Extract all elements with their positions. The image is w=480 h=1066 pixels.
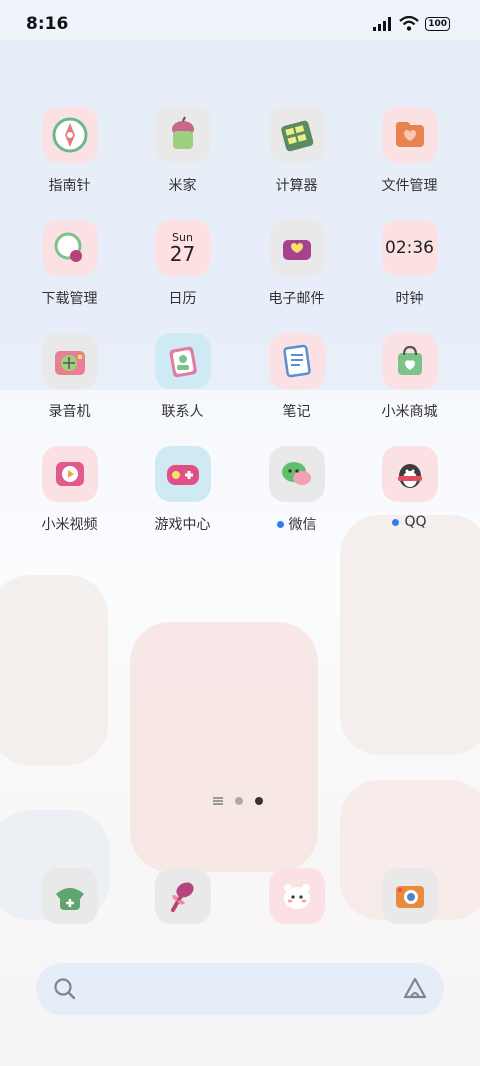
mi-video-icon (41, 446, 98, 502)
app-label: 时钟 (353, 288, 466, 308)
search-bar[interactable] (36, 963, 444, 1015)
app-recorder[interactable]: 录音机 (13, 333, 126, 421)
app-label-text: 联系人 (161, 404, 204, 420)
compass-icon (41, 107, 98, 163)
app-notes[interactable]: 笔记 (240, 333, 353, 421)
recorder-icon (41, 333, 98, 389)
new-badge-dot (276, 520, 284, 528)
game-center-icon (154, 446, 211, 502)
wallpaper-card (340, 515, 480, 755)
app-label: 指南针 (13, 175, 126, 195)
status-time: 8:16 (26, 14, 69, 34)
page-dot (235, 797, 243, 805)
app-label-text: 指南针 (48, 178, 91, 194)
app-label: 小米商城 (353, 401, 466, 421)
app-label-text: 计算器 (275, 178, 318, 194)
app-email[interactable]: 电子邮件 (240, 220, 353, 308)
messages-icon[interactable] (155, 868, 211, 924)
signal-icon (373, 16, 392, 31)
app-label: 微信 (240, 514, 353, 534)
email-icon (268, 220, 325, 276)
app-label-text: 微信 (288, 517, 317, 533)
app-label-text: 文件管理 (381, 178, 438, 194)
app-label-text: 日历 (168, 291, 197, 307)
app-mi-store[interactable]: 小米商城 (353, 333, 466, 421)
app-wechat[interactable]: 微信 (240, 446, 353, 534)
app-contacts[interactable]: 联系人 (126, 333, 239, 421)
search-icon (54, 978, 76, 1000)
app-mi-home[interactable]: 米家 (126, 107, 239, 195)
app-label-text: 小米商城 (381, 404, 438, 420)
app-label: 文件管理 (353, 175, 466, 195)
clock-icon: 02:36 (381, 220, 438, 276)
page-dot-active (255, 797, 263, 805)
app-calendar[interactable]: Sun 27 日历 (126, 220, 239, 308)
wechat-icon (268, 446, 325, 502)
app-label-text: 录音机 (48, 404, 91, 420)
file-manager-icon (381, 107, 438, 163)
app-label: 计算器 (240, 175, 353, 195)
app-label: 录音机 (13, 401, 126, 421)
camera-icon[interactable] (382, 868, 438, 924)
status-bar: 8:16 100 (0, 0, 480, 50)
calculator-icon (268, 107, 325, 163)
wallpaper-card (130, 622, 318, 872)
page-indicator[interactable] (213, 797, 263, 805)
mi-home-icon (154, 107, 211, 163)
app-label-text: 电子邮件 (268, 291, 325, 307)
calendar-icon: Sun 27 (154, 220, 211, 276)
app-label-text: 笔记 (282, 404, 311, 420)
calendar-date: 27 (169, 242, 196, 266)
assistant-icon[interactable] (402, 976, 428, 1002)
phone-icon[interactable] (42, 868, 98, 924)
new-badge-dot (392, 518, 400, 526)
gallery-icon[interactable] (269, 868, 325, 924)
clock-time: 02:36 (385, 238, 434, 258)
contacts-icon (154, 333, 211, 389)
status-icons: 100 (373, 16, 450, 31)
battery-level: 100 (428, 18, 447, 29)
app-label-text: 小米视频 (41, 517, 98, 533)
wifi-icon (399, 16, 419, 31)
app-mi-video[interactable]: 小米视频 (13, 446, 126, 534)
app-label: 联系人 (126, 401, 239, 421)
app-label-text: 下载管理 (41, 291, 98, 307)
app-compass[interactable]: 指南针 (13, 107, 126, 195)
app-clock[interactable]: 02:36 时钟 (353, 220, 466, 308)
qq-icon (381, 446, 438, 502)
app-label: 小米视频 (13, 514, 126, 534)
app-label: 笔记 (240, 401, 353, 421)
app-label-text: 游戏中心 (154, 517, 211, 533)
battery-icon: 100 (425, 16, 450, 31)
app-qq[interactable]: QQ (353, 446, 466, 530)
mi-store-icon (381, 333, 438, 389)
app-label-text: 时钟 (395, 291, 424, 307)
app-download[interactable]: 下载管理 (13, 220, 126, 308)
app-calculator[interactable]: 计算器 (240, 107, 353, 195)
app-label: 电子邮件 (240, 288, 353, 308)
app-label: QQ (353, 514, 466, 530)
app-label: 下载管理 (13, 288, 126, 308)
app-label-text: QQ (404, 514, 427, 530)
wallpaper-card (0, 575, 108, 765)
page-indicator-lines (213, 797, 223, 805)
download-icon (41, 220, 98, 276)
app-file-manager[interactable]: 文件管理 (353, 107, 466, 195)
app-label: 米家 (126, 175, 239, 195)
app-label: 游戏中心 (126, 514, 239, 534)
app-label-text: 米家 (168, 178, 197, 194)
app-game-center[interactable]: 游戏中心 (126, 446, 239, 534)
app-label: 日历 (126, 288, 239, 308)
notes-icon (268, 333, 325, 389)
